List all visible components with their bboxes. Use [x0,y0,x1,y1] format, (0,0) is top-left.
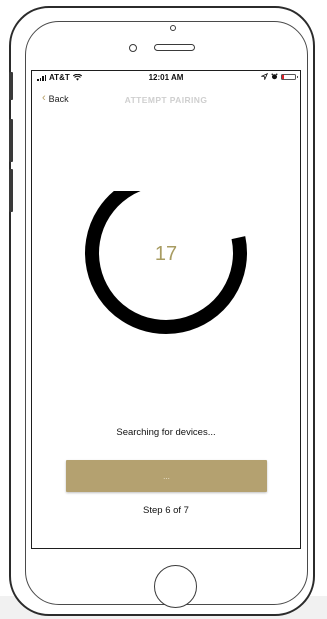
battery-level [282,74,284,79]
volume-down-button [9,169,13,212]
status-right [261,73,298,80]
status-time: 12:01 AM [148,73,184,82]
battery-icon [281,73,298,80]
alarm-icon [271,73,278,80]
home-button[interactable] [154,565,197,608]
continue-button[interactable]: ... [66,460,267,492]
step-indicator: Step 6 of 7 [143,505,189,516]
progress-ring: 17 [76,191,256,351]
nav-bar: ‹ Back ATTEMPT PAIRING [32,89,300,113]
page-title: ATTEMPT PAIRING [124,95,208,105]
volume-up-button [9,119,13,162]
app-screen: AT&T 12:01 AM ‹ Back ATTEMPT PAIRING 17 … [31,70,301,549]
location-icon [261,73,268,80]
mute-switch [9,72,13,100]
speaker-grille [154,44,195,51]
sensor-icon [129,44,137,52]
searching-status-text: Searching for devices... [116,427,216,438]
front-camera-icon [170,25,176,31]
countdown-value: 17 [154,243,178,265]
status-bar: AT&T 12:01 AM [32,71,300,85]
progress-ring-graphic [85,191,247,334]
